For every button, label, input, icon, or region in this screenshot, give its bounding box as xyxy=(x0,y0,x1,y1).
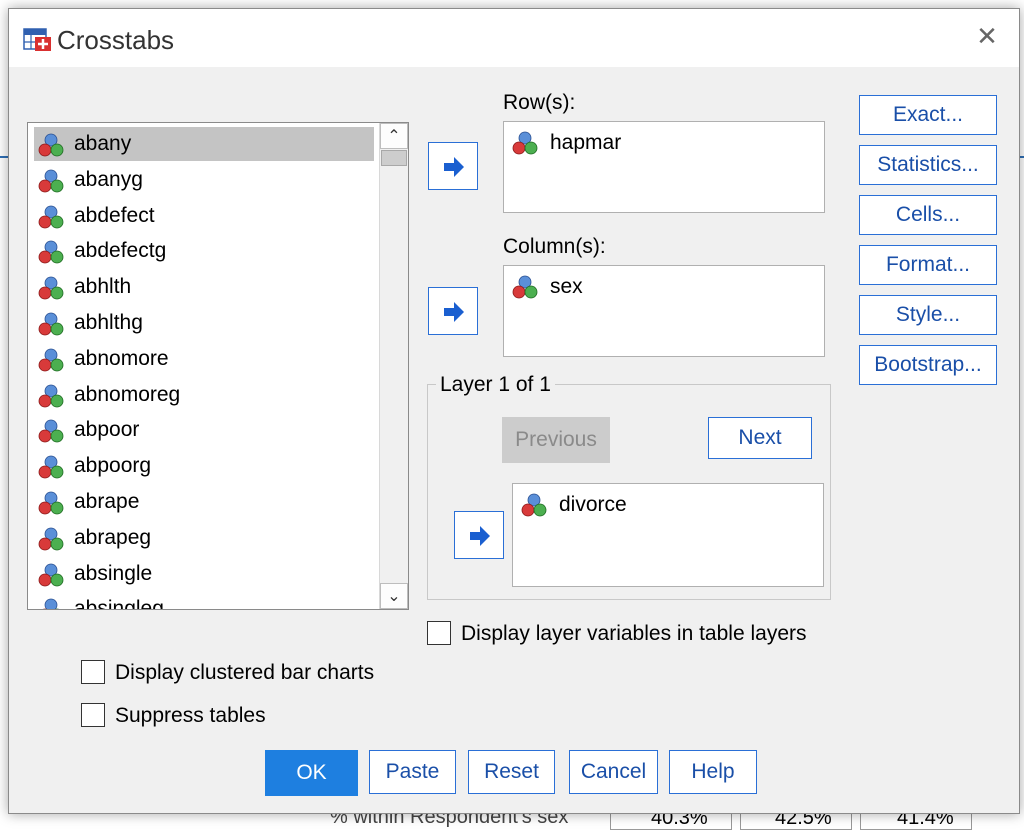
scroll-down-button[interactable]: ⌄ xyxy=(380,583,408,609)
variable-name: abrapeg xyxy=(74,525,152,549)
display-layer-checkbox[interactable] xyxy=(427,621,451,645)
variable-name: abanyg xyxy=(74,167,143,191)
nominal-variable-icon xyxy=(38,133,64,157)
variable-list-item[interactable]: abhlth xyxy=(34,270,374,304)
statistics-button[interactable]: Statistics... xyxy=(859,145,997,185)
title-bar[interactable]: Crosstabs ✕ xyxy=(9,9,1019,67)
reset-button[interactable]: Reset xyxy=(468,750,555,794)
nominal-variable-icon xyxy=(38,205,64,228)
variable-list-item[interactable]: abrape xyxy=(34,485,374,519)
nominal-variable-icon xyxy=(512,275,538,299)
nominal-variable-icon xyxy=(38,563,64,586)
nominal-variable-icon xyxy=(38,384,64,407)
columns-box[interactable]: sex xyxy=(503,265,825,357)
layer-legend: Layer 1 of 1 xyxy=(436,373,555,397)
nominal-variable-icon xyxy=(38,419,64,443)
variable-name: abany xyxy=(74,132,132,155)
cells-button[interactable]: Cells... xyxy=(859,195,997,235)
suppress-tables-checkbox[interactable] xyxy=(81,703,105,727)
layer-item-label: divorce xyxy=(559,493,627,516)
ok-button[interactable]: OK xyxy=(265,750,358,796)
dialog-title: Crosstabs xyxy=(57,25,175,55)
nominal-variable-icon xyxy=(38,455,64,479)
variable-name: abpoor xyxy=(74,418,140,442)
variable-name: abnomore xyxy=(74,346,169,370)
variable-list-item[interactable]: abpoor xyxy=(34,413,374,447)
cancel-button[interactable]: Cancel xyxy=(569,750,658,794)
rows-item-label: hapmar xyxy=(550,131,622,154)
variable-list-item[interactable]: abanyg xyxy=(34,163,374,197)
variable-list-item[interactable]: abhlthg xyxy=(34,306,374,340)
clustered-bar-label: Display clustered bar charts xyxy=(115,661,375,684)
nominal-variable-icon xyxy=(38,240,64,264)
variable-name: abpoorg xyxy=(74,454,152,478)
move-to-layer-button[interactable] xyxy=(454,511,504,559)
move-to-columns-button[interactable] xyxy=(428,287,478,335)
nominal-variable-icon xyxy=(38,169,64,193)
rows-label: Row(s): xyxy=(503,91,576,114)
previous-button[interactable]: Previous xyxy=(502,417,610,463)
layer-box[interactable]: divorce xyxy=(512,483,824,587)
variable-list-item[interactable]: absingle xyxy=(34,557,374,591)
scroll-up-button[interactable]: ⌃ xyxy=(380,123,408,149)
variable-name: absingle xyxy=(74,561,153,585)
variable-name: abrape xyxy=(74,490,140,513)
exact-button[interactable]: Exact... xyxy=(859,95,997,135)
nominal-variable-icon xyxy=(38,491,64,515)
background-window-line xyxy=(0,156,8,158)
bootstrap-button[interactable]: Bootstrap... xyxy=(859,345,997,385)
variable-list-item[interactable]: abrapeg xyxy=(34,521,374,555)
arrow-right-icon xyxy=(444,157,464,177)
variable-name: abhlth xyxy=(74,275,132,299)
chevron-down-icon: ⌄ xyxy=(387,588,401,605)
variable-list-item[interactable]: abpoorg xyxy=(34,449,374,483)
help-button[interactable]: Help xyxy=(669,750,757,794)
nominal-variable-icon xyxy=(38,527,64,551)
variable-list-item[interactable]: abnomore xyxy=(34,342,374,376)
paste-button[interactable]: Paste xyxy=(369,750,456,794)
variable-list-item[interactable]: abdefectg xyxy=(34,234,374,268)
variable-name: absingleg xyxy=(74,597,164,610)
style-button[interactable]: Style... xyxy=(859,295,997,335)
crosstabs-dialog: Crosstabs ✕ abany abanyg abdefect abdefectg… xyxy=(8,8,1020,814)
nominal-variable-icon xyxy=(512,131,538,155)
rows-box[interactable]: hapmar xyxy=(503,121,825,213)
display-layer-label: Display layer variables in table layers xyxy=(461,622,807,645)
variable-name: abnomoreg xyxy=(74,382,181,406)
next-button[interactable]: Next xyxy=(708,417,812,459)
nominal-variable-icon xyxy=(44,598,58,609)
nominal-variable-icon xyxy=(38,276,64,300)
crosstabs-icon xyxy=(23,28,51,51)
columns-item-label: sex xyxy=(550,275,583,298)
move-to-rows-button[interactable] xyxy=(428,142,478,190)
close-icon: ✕ xyxy=(976,21,998,51)
nominal-variable-icon xyxy=(38,348,64,372)
variable-list[interactable]: abany abanyg abdefect abdefectg abhlth abhlth… xyxy=(27,122,409,610)
variable-name: abhlthg xyxy=(74,311,143,334)
chevron-up-icon: ⌃ xyxy=(387,128,401,145)
variable-list-scrollbar[interactable]: ⌃ ⌄ xyxy=(379,123,408,609)
clustered-bar-checkbox[interactable] xyxy=(81,660,105,684)
nominal-variable-icon xyxy=(521,493,547,517)
format-button[interactable]: Format... xyxy=(859,245,997,285)
variable-list-item[interactable]: abdefect xyxy=(34,199,374,233)
variable-list-item[interactable]: abnomoreg xyxy=(34,378,374,412)
variable-list-item[interactable]: abany xyxy=(34,127,374,161)
columns-label: Column(s): xyxy=(503,235,606,258)
variable-name: abdefectg xyxy=(74,239,167,263)
suppress-tables-label: Suppress tables xyxy=(115,704,266,727)
close-button[interactable]: ✕ xyxy=(967,21,1007,53)
arrow-right-icon xyxy=(444,302,464,322)
arrow-right-icon xyxy=(470,526,490,546)
layer-group: Layer 1 of 1 Previous Next divorce xyxy=(427,373,831,600)
nominal-variable-icon xyxy=(38,312,64,336)
scroll-thumb[interactable] xyxy=(381,150,407,166)
variable-name: abdefect xyxy=(74,203,155,227)
variable-list-item[interactable]: absingleg xyxy=(34,592,374,610)
